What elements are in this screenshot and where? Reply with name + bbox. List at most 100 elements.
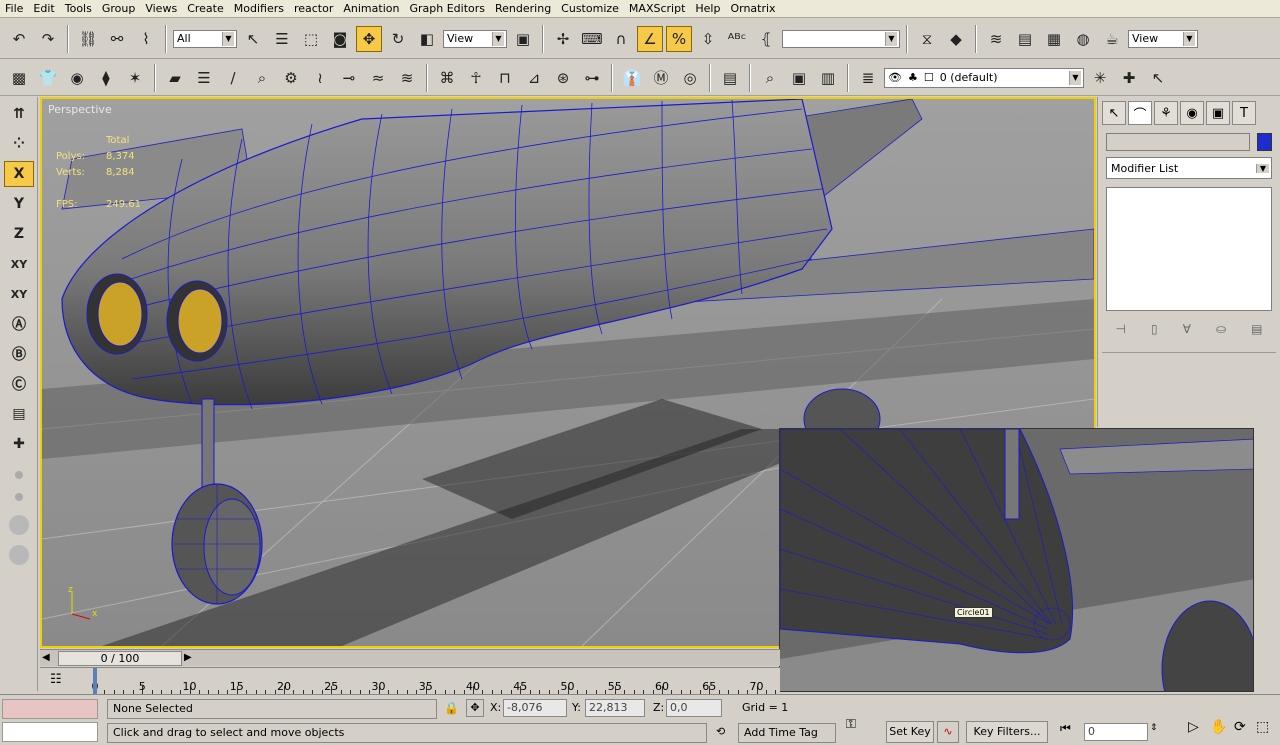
restrict-z-button[interactable]: Z [4, 221, 34, 247]
particles-icon[interactable]: ⁘ [4, 131, 34, 157]
listener-icon[interactable]: ▤ [4, 401, 34, 427]
new-layer-icon[interactable]: ✳ [1087, 65, 1113, 91]
go-to-start-icon[interactable]: ⏮ [1060, 721, 1071, 736]
magnifier-icon[interactable]: ⌕ [249, 65, 275, 91]
menu-modifiers[interactable]: Modifiers [229, 0, 289, 18]
selection-filter-dropdown[interactable]: All ▼ [173, 29, 237, 48]
menu-tools[interactable]: Tools [60, 0, 97, 18]
camera-icon[interactable]: ▣ [786, 65, 812, 91]
teapot-a-icon[interactable]: Ⓐ [4, 311, 34, 337]
configure-sets-icon[interactable]: ▤ [1251, 322, 1262, 336]
menu-ornatrix[interactable]: Ornatrix [725, 0, 780, 18]
undo-icon[interactable]: ↶ [6, 26, 32, 52]
utilities-tab-icon[interactable]: T [1232, 101, 1256, 125]
orbit-icon[interactable]: ⟳ [1234, 719, 1246, 735]
named-selection-icon[interactable]: ⦃ [753, 26, 779, 52]
material-editor-icon[interactable]: ◍ [1070, 26, 1096, 52]
pan-hand-icon[interactable]: ✋ [1210, 719, 1227, 735]
menu-animation[interactable]: Animation [338, 0, 404, 18]
make-unique-icon[interactable]: ∀ [1183, 322, 1191, 336]
rectangular-selection-icon[interactable]: ⬚ [298, 26, 324, 52]
frame-spinner-icon[interactable]: ⇕ [1150, 723, 1158, 733]
redo-icon[interactable]: ↷ [35, 26, 61, 52]
select-by-name-icon[interactable]: ☰ [269, 26, 295, 52]
constraint-icon[interactable]: ⌘ [434, 65, 460, 91]
figure-icon[interactable]: ✶ [122, 65, 148, 91]
display-tab-icon[interactable]: ▣ [1206, 101, 1230, 125]
shirt-icon[interactable]: 👕 [35, 65, 61, 91]
cloth-icon[interactable]: ⧫ [93, 65, 119, 91]
maximize-viewport-icon[interactable]: ⬚ [1256, 719, 1269, 735]
film-icon[interactable]: ▥ [815, 65, 841, 91]
render-setup-icon[interactable]: ☕ [1099, 26, 1125, 52]
menu-maxscript[interactable]: MAXScript [624, 0, 690, 18]
menu-file[interactable]: File [0, 0, 28, 18]
plane-icon[interactable]: ▰ [162, 65, 188, 91]
time-slider[interactable]: ◀ 0 / 100 ▶ [40, 649, 780, 666]
window-crossing-icon[interactable]: ◙ [327, 26, 353, 52]
object-color-swatch[interactable] [1257, 133, 1272, 151]
ball-icon[interactable]: ◉ [64, 65, 90, 91]
layer-dropdown[interactable]: 👁 ♣ ☐ 0 (default) ▼ [884, 67, 1084, 88]
x-coordinate-field[interactable]: -8,076 [503, 699, 567, 717]
z-coordinate-field[interactable]: 0,0 [666, 699, 722, 717]
menu-create[interactable]: Create [182, 0, 229, 18]
percent-snap-icon[interactable]: % [666, 25, 692, 52]
inset-viewport[interactable]: Circle01 [779, 428, 1254, 692]
eye-icon[interactable]: 👁 [888, 71, 902, 84]
unlink-icon[interactable]: ⚯ [104, 26, 130, 52]
restrict-xy-button[interactable]: XY [4, 251, 34, 277]
menu-customize[interactable]: Customize [556, 0, 624, 18]
y-coordinate-field[interactable]: 22,813 [585, 699, 645, 717]
maxscript-listener-pink[interactable] [2, 699, 98, 719]
pin-stack-icon[interactable]: ⊣ [1116, 322, 1126, 336]
modifier-stack[interactable] [1106, 187, 1272, 311]
schematic-view-icon[interactable]: ▦ [1041, 26, 1067, 52]
align-icon[interactable]: ◆ [943, 26, 969, 52]
ragdoll-icon[interactable]: ☥ [463, 65, 489, 91]
prism-icon[interactable]: ⊿ [521, 65, 547, 91]
rope-icon[interactable]: ∕ [220, 65, 246, 91]
lock-selection-icon[interactable]: 🔒 [444, 701, 459, 715]
track-bar-menu-icon[interactable]: ☷ [50, 672, 62, 687]
keyboard-shortcut-override-icon[interactable]: ⌨ [579, 26, 605, 52]
time-tag-icon[interactable]: ⟲ [716, 725, 725, 738]
sphere-icon[interactable] [8, 515, 29, 535]
menu-views[interactable]: Views [140, 0, 182, 18]
layers-icon[interactable]: ≣ [855, 65, 881, 91]
reference-coordinate-dropdown[interactable]: View ▼ [443, 29, 507, 48]
select-and-scale-icon[interactable]: ◧ [414, 26, 440, 52]
key-icon[interactable]: ⚿ [846, 717, 856, 732]
hinge-icon[interactable]: ⊓ [492, 65, 518, 91]
set-key-button[interactable]: Set Key [886, 721, 934, 743]
restrict-y-button[interactable]: Y [4, 191, 34, 217]
box-icon[interactable]: ▩ [6, 65, 32, 91]
prev-frame-icon[interactable]: ◀ [42, 652, 50, 663]
raise-icon[interactable]: ⇈ [4, 101, 34, 127]
edit-named-selections-icon[interactable]: ᴬᴮᶜ [724, 26, 750, 52]
layer-manager-icon[interactable]: ≋ [983, 26, 1009, 52]
sphere-icon[interactable] [8, 545, 29, 565]
render-view-dropdown[interactable]: View ▼ [1128, 29, 1198, 48]
object-name-field[interactable] [1106, 133, 1250, 151]
snaps-toggle-icon[interactable]: ∩ [608, 26, 634, 52]
menu-rendering[interactable]: Rendering [490, 0, 556, 18]
teapot-c-icon[interactable]: Ⓒ [4, 371, 34, 397]
viewport-label[interactable]: Perspective [48, 103, 112, 116]
curve-editor-icon[interactable]: ▤ [1012, 26, 1038, 52]
water-icon[interactable]: ≋ [394, 65, 420, 91]
select-object-icon[interactable]: ↖ [240, 26, 266, 52]
angle-snap-icon[interactable]: ∠ [637, 25, 663, 52]
select-and-manipulate-icon[interactable]: ✢ [550, 26, 576, 52]
gear-icon[interactable]: ⚙ [278, 65, 304, 91]
property-editor-icon[interactable]: 👔 [619, 65, 645, 91]
key-filters-button[interactable]: Key Filters... [966, 721, 1048, 743]
create-tab-icon[interactable]: ↖ [1102, 101, 1126, 125]
pivot-center-icon[interactable]: ▣ [510, 26, 536, 52]
modify-tab-icon[interactable]: ⌒ [1128, 101, 1152, 125]
select-and-rotate-icon[interactable]: ↻ [385, 26, 411, 52]
hierarchy-tab-icon[interactable]: ⚘ [1154, 101, 1178, 125]
spring-icon[interactable]: ≀ [307, 65, 333, 91]
stack-icon[interactable]: ☰ [191, 65, 217, 91]
preview-icon[interactable]: ⌕ [757, 65, 783, 91]
